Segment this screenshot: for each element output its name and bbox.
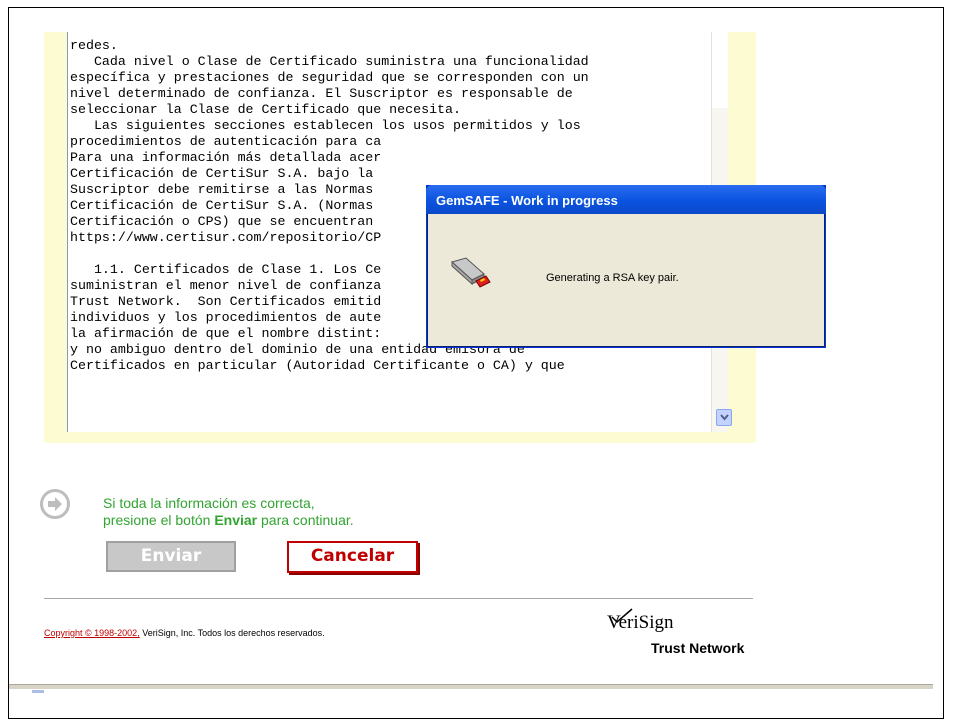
scrollbar-track	[712, 32, 728, 108]
browser-page: redes. Cada nivel o Clase de Certificado…	[8, 7, 944, 719]
status-indicator	[32, 690, 44, 693]
logo-brand: VeriSign	[607, 612, 674, 633]
verisign-logo: VeriSign Trust Network	[607, 608, 757, 662]
chevron-down-icon	[720, 414, 729, 421]
send-button[interactable]: Enviar	[106, 541, 236, 572]
smartcard-reader-icon	[450, 257, 491, 288]
instruction-bold: Enviar	[214, 512, 258, 528]
status-bar	[9, 684, 933, 689]
instruction-suffix: para continuar.	[257, 512, 354, 528]
instruction-prefix: presione el botón	[103, 512, 215, 528]
copyright-text: VeriSign, Inc. Todos los derechos reserv…	[139, 628, 325, 638]
scroll-down-button[interactable]	[716, 409, 732, 426]
arrow-right-icon	[40, 489, 70, 519]
copyright-link[interactable]: Copyright © 1998-2002,	[44, 628, 140, 638]
dialog-message: Generating a RSA key pair.	[546, 272, 679, 284]
cancel-button[interactable]: Cancelar	[287, 541, 418, 573]
footer-divider	[44, 598, 753, 599]
instruction-text: Si toda la información es correcta, pres…	[103, 495, 354, 529]
instruction-line-1: Si toda la información es correcta,	[103, 495, 315, 511]
logo-tagline: Trust Network	[651, 640, 745, 656]
instruction-line-2: presione el botón Enviar para continuar.	[103, 512, 354, 529]
dialog-title: GemSAFE - Work in progress	[436, 193, 618, 208]
gemsafe-dialog: GemSAFE - Work in progress Generating a …	[426, 185, 826, 348]
copyright-notice: Copyright © 1998-2002, VeriSign, Inc. To…	[44, 628, 325, 638]
